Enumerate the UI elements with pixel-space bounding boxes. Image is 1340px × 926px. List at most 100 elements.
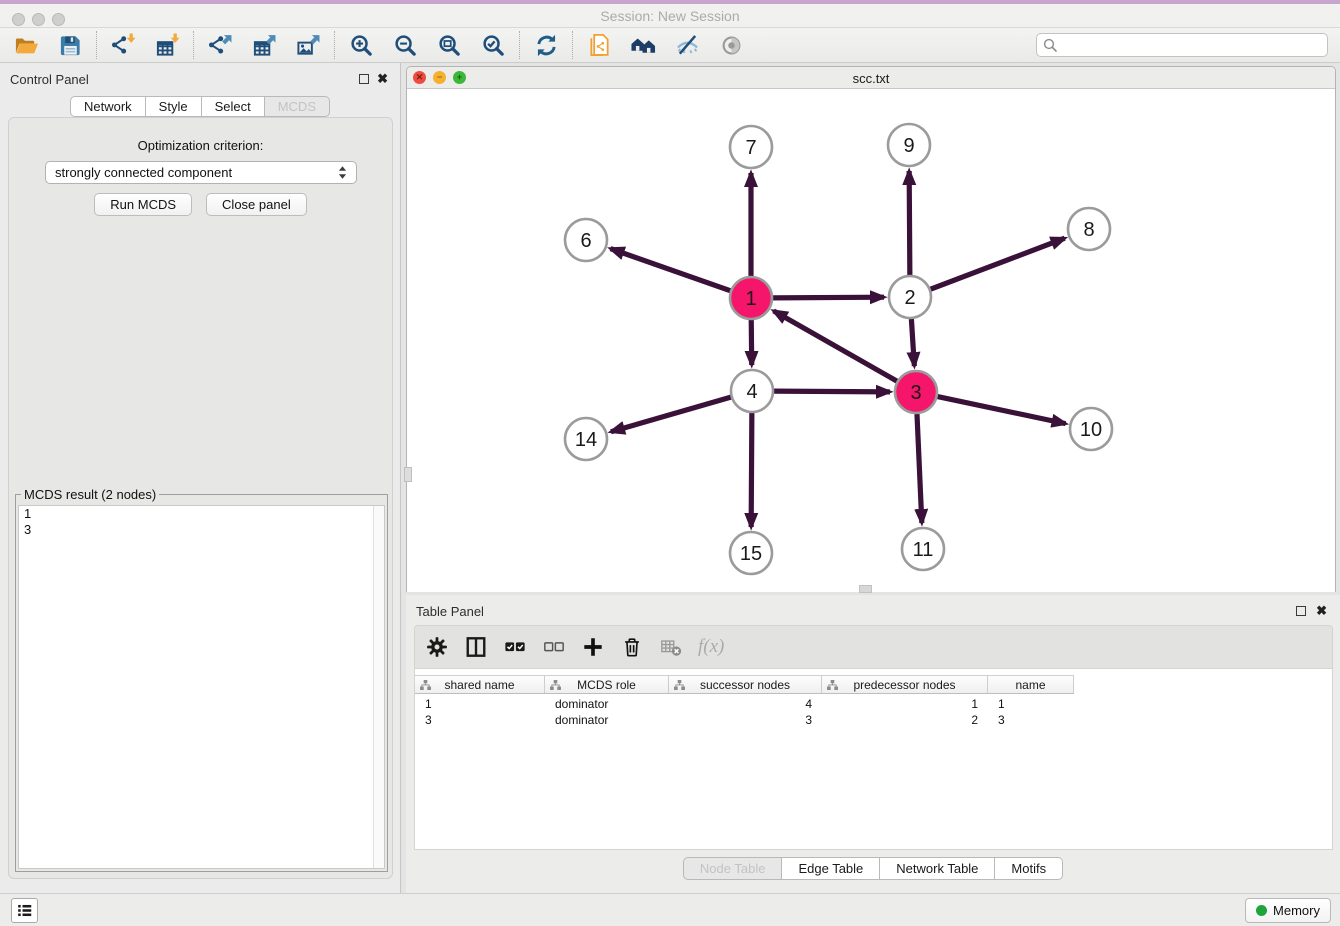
graph-node-10[interactable]: 10 xyxy=(1070,408,1112,450)
graph-node-2[interactable]: 2 xyxy=(889,276,931,318)
graph-node-6[interactable]: 6 xyxy=(565,219,607,261)
result-scrollbar[interactable] xyxy=(373,506,384,868)
search-box xyxy=(1036,33,1328,57)
table-cell[interactable]: 1 xyxy=(415,696,545,712)
table-float-panel-icon[interactable] xyxy=(1296,606,1306,616)
control-panel-tabs: NetworkStyleSelectMCDS xyxy=(0,96,400,117)
column-header-MCDS-role[interactable]: MCDS role xyxy=(545,676,669,693)
column-header-shared-name[interactable]: shared name xyxy=(415,676,545,693)
graph-node-7[interactable]: 7 xyxy=(730,126,772,168)
show-icon[interactable] xyxy=(717,31,745,59)
graph-edge-2-9[interactable] xyxy=(909,171,910,275)
svg-text:4: 4 xyxy=(746,381,757,403)
mcds-tab-content: Optimization criterion: strongly connect… xyxy=(8,117,393,879)
select-all-icon[interactable] xyxy=(503,635,527,659)
table-cell[interactable]: dominator xyxy=(545,712,669,728)
close-panel-icon[interactable]: ✖ xyxy=(377,74,388,84)
gear-icon[interactable] xyxy=(425,635,449,659)
toolbar-group xyxy=(532,31,560,59)
tab-edge-table[interactable]: Edge Table xyxy=(782,857,880,880)
network-window-title: scc.txt xyxy=(407,71,1335,86)
graph-edge-1-2[interactable] xyxy=(773,297,884,298)
graph-edge-4-3[interactable] xyxy=(774,391,890,392)
delete-table-icon[interactable] xyxy=(659,635,683,659)
graph-node-14[interactable]: 14 xyxy=(565,418,607,460)
memory-button[interactable]: Memory xyxy=(1245,898,1331,923)
save-session-icon[interactable] xyxy=(56,31,84,59)
network-canvas[interactable]: 7 9 6 8 1 2 4 3 14 10 15 11 xyxy=(407,89,1335,592)
graph-edge-2-8[interactable] xyxy=(931,238,1065,289)
column-header-predecessor-nodes[interactable]: predecessor nodes xyxy=(822,676,988,693)
tab-motifs[interactable]: Motifs xyxy=(995,857,1063,880)
table-row[interactable]: 3dominator323 xyxy=(415,712,1074,728)
table-close-panel-icon[interactable]: ✖ xyxy=(1316,606,1327,616)
import-network-icon[interactable] xyxy=(109,31,137,59)
graph-edge-2-3[interactable] xyxy=(911,319,914,366)
table-cell[interactable]: 1 xyxy=(822,696,988,712)
run-mcds-button[interactable]: Run MCDS xyxy=(94,193,192,216)
graph-edge-4-14[interactable] xyxy=(611,397,731,432)
import-table-icon[interactable] xyxy=(153,31,181,59)
graph-node-8[interactable]: 8 xyxy=(1068,208,1110,250)
tab-mcds[interactable]: MCDS xyxy=(265,96,330,117)
svg-text:14: 14 xyxy=(575,429,597,451)
open-file-icon[interactable] xyxy=(12,31,40,59)
control-panel-title: Control Panel xyxy=(10,72,89,87)
graph-node-9[interactable]: 9 xyxy=(888,124,930,166)
delete-column-icon[interactable] xyxy=(620,635,644,659)
optimization-criterion-label: Optimization criterion: xyxy=(9,138,392,153)
column-header-name[interactable]: name xyxy=(988,676,1074,693)
function-builder-icon[interactable]: f(x) xyxy=(698,636,724,658)
splitter-handle-horizontal[interactable] xyxy=(859,585,872,593)
zoom-selected-icon[interactable] xyxy=(479,31,507,59)
zoom-out-icon[interactable] xyxy=(391,31,419,59)
column-header-label: shared name xyxy=(444,678,514,692)
add-column-icon[interactable] xyxy=(581,635,605,659)
refresh-icon[interactable] xyxy=(532,31,560,59)
graph-edge-3-11[interactable] xyxy=(917,414,922,523)
svg-text:10: 10 xyxy=(1080,419,1102,441)
criterion-dropdown-value: strongly connected component xyxy=(55,165,232,180)
task-history-button[interactable] xyxy=(11,898,38,923)
deselect-all-icon[interactable] xyxy=(542,635,566,659)
column-header-successor-nodes[interactable]: successor nodes xyxy=(669,676,822,693)
tab-node-table[interactable]: Node Table xyxy=(683,857,783,880)
table-row[interactable]: 1dominator411 xyxy=(415,696,1074,712)
splitter-handle-vertical[interactable] xyxy=(404,467,412,482)
table-cell[interactable]: 3 xyxy=(988,712,1074,728)
graph-edge-3-1[interactable] xyxy=(774,311,897,381)
table-cell[interactable]: 1 xyxy=(988,696,1074,712)
search-icon xyxy=(1042,37,1058,53)
columns-icon[interactable] xyxy=(464,635,488,659)
graph-node-15[interactable]: 15 xyxy=(730,532,772,574)
table-cell[interactable]: 4 xyxy=(669,696,822,712)
tab-network-table[interactable]: Network Table xyxy=(880,857,995,880)
tab-select[interactable]: Select xyxy=(202,96,265,117)
table-cell[interactable]: 2 xyxy=(822,712,988,728)
graph-edge-3-10[interactable] xyxy=(938,397,1066,424)
tab-style[interactable]: Style xyxy=(146,96,202,117)
export-image-icon[interactable] xyxy=(294,31,322,59)
home-icon[interactable] xyxy=(629,31,657,59)
hide-icon[interactable] xyxy=(673,31,701,59)
table-cell[interactable]: 3 xyxy=(669,712,822,728)
graph-edge-4-15[interactable] xyxy=(751,413,752,527)
table-cell[interactable]: dominator xyxy=(545,696,669,712)
float-panel-icon[interactable] xyxy=(359,74,369,84)
graph-node-11[interactable]: 11 xyxy=(902,528,944,570)
graph-node-1[interactable]: 1 xyxy=(730,277,772,319)
zoom-fit-icon[interactable] xyxy=(435,31,463,59)
close-panel-button[interactable]: Close panel xyxy=(206,193,307,216)
tab-network[interactable]: Network xyxy=(70,96,146,117)
graph-node-4[interactable]: 4 xyxy=(731,370,773,412)
search-input[interactable] xyxy=(1036,33,1328,57)
table-cell[interactable]: 3 xyxy=(415,712,545,728)
criterion-dropdown[interactable]: strongly connected component xyxy=(45,161,357,184)
network-file-icon[interactable] xyxy=(585,31,613,59)
graph-edge-1-6[interactable] xyxy=(611,249,731,291)
export-network-icon[interactable] xyxy=(206,31,234,59)
export-table-icon[interactable] xyxy=(250,31,278,59)
zoom-in-icon[interactable] xyxy=(347,31,375,59)
toolbar-group xyxy=(585,31,745,59)
graph-node-3[interactable]: 3 xyxy=(895,371,937,413)
